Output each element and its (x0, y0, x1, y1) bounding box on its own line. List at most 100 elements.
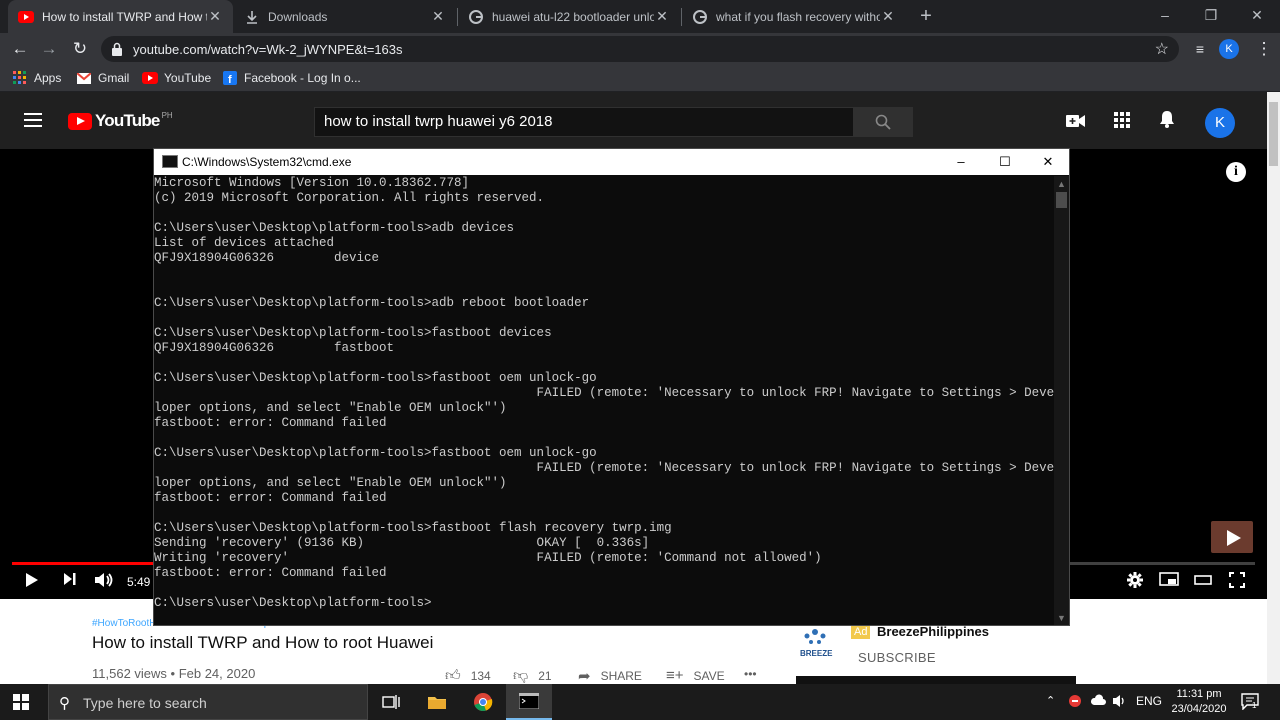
tab-google-search-2[interactable]: what if you flash recovery witho ✕ (682, 0, 906, 33)
hamburger-menu-icon[interactable] (24, 113, 42, 127)
chrome-icon[interactable] (460, 684, 506, 720)
action-center-notifications-icon[interactable]: 1 (1241, 692, 1259, 713)
apps-grid-icon[interactable] (1110, 110, 1134, 134)
cmd-window[interactable]: C:\Windows\System32\cmd.exe – ☐ ✕ Micros… (153, 148, 1070, 626)
forward-arrow-icon[interactable]: → (37, 37, 61, 61)
window-minimize-button[interactable]: – (1142, 0, 1188, 33)
like-button[interactable]: 👍︎ 134 (445, 667, 491, 685)
miniplayer-icon[interactable] (1157, 572, 1181, 592)
cmd-icon (162, 155, 178, 168)
more-menu-icon[interactable]: ⋮ (1252, 37, 1276, 61)
cmd-output-line (154, 281, 1054, 296)
onedrive-cloud-icon[interactable] (1090, 694, 1106, 709)
cmd-close-button[interactable]: ✕ (1025, 149, 1071, 175)
cmd-output-line: Sending 'recovery' (9136 KB) OKAY [ 0.33… (154, 536, 650, 550)
bookmark-youtube[interactable]: YouTube (142, 70, 211, 86)
create-video-icon[interactable] (1064, 110, 1088, 134)
more-actions-button[interactable]: ••• (744, 667, 757, 681)
clock-date: 23/04/2020 (1171, 703, 1227, 715)
settings-gear-icon[interactable] (1123, 572, 1147, 594)
bookmarks-bar: Apps Gmail YouTube f Facebook - Log In o… (0, 65, 1280, 92)
share-button[interactable]: ➦ SHARE (578, 667, 642, 685)
cmd-output-line: C:\Users\user\Desktop\platform-tools> (154, 596, 432, 610)
notification-count: 1 (1252, 701, 1257, 710)
reading-list-icon[interactable]: ≡ (1188, 37, 1212, 61)
page-scrollbar[interactable] (1267, 92, 1280, 684)
next-video-button[interactable] (58, 572, 82, 592)
cmd-taskbar-icon[interactable] (506, 684, 552, 720)
close-tab-icon[interactable]: ✕ (880, 8, 896, 25)
show-hidden-icons-chevron-icon[interactable]: ⌃ (1046, 694, 1055, 707)
youtube-search-button[interactable] (853, 107, 913, 137)
scrollbar-thumb[interactable] (1269, 102, 1278, 166)
speaker-volume-icon[interactable] (1112, 694, 1128, 711)
taskbar-search-box[interactable]: ⚲ Type here to search (48, 684, 368, 720)
end-screen-thumbnail[interactable] (1211, 521, 1253, 553)
cmd-output[interactable]: Microsoft Windows [Version 10.0.18362.77… (154, 176, 1054, 626)
video-meta: 11,562 views • Feb 24, 2020 (92, 666, 256, 681)
scroll-up-arrow-icon[interactable]: ▲ (1057, 179, 1066, 189)
youtube-icon (142, 70, 158, 86)
file-explorer-icon[interactable] (414, 684, 460, 720)
bookmark-facebook[interactable]: f Facebook - Log In o... (222, 70, 361, 86)
bookmark-gmail[interactable]: Gmail (76, 70, 129, 86)
window-restore-button[interactable]: ❐ (1188, 0, 1234, 33)
notifications-bell-icon[interactable] (1155, 110, 1179, 134)
cmd-scrollbar[interactable]: ▲ ▼ (1054, 176, 1069, 625)
cmd-output-line (154, 311, 1054, 326)
antivirus-tray-icon[interactable] (1068, 694, 1082, 711)
fullscreen-icon[interactable] (1225, 572, 1249, 594)
cmd-output-line (154, 266, 1054, 281)
cmd-minimize-button[interactable]: – (938, 149, 984, 175)
cmd-output-line: fastboot: error: Command failed (154, 416, 387, 430)
bookmark-star-icon[interactable]: ☆ (1155, 39, 1169, 59)
play-button[interactable] (20, 572, 44, 594)
cmd-output-line: fastboot: error: Command failed (154, 491, 387, 505)
ad-logo-text: BREEZE (800, 649, 833, 658)
cmd-scrollbar-thumb[interactable] (1056, 192, 1067, 208)
ad-channel-name[interactable]: BreezePhilippines (877, 624, 989, 639)
new-tab-button[interactable]: + (915, 5, 937, 27)
theater-mode-icon[interactable] (1191, 572, 1215, 592)
cmd-output-line: Writing 'recovery' FAILED (remote: 'Comm… (154, 551, 822, 565)
windows-start-icon[interactable] (13, 694, 29, 710)
youtube-avatar[interactable]: K (1205, 108, 1235, 138)
back-arrow-icon[interactable]: ← (8, 37, 32, 61)
close-tab-icon[interactable]: ✕ (430, 8, 446, 25)
taskbar-clock[interactable]: 11:31 pm 23/04/2020 (1168, 687, 1230, 717)
task-view-icon[interactable] (368, 684, 414, 720)
scroll-down-arrow-icon[interactable]: ▼ (1057, 613, 1066, 623)
video-time: 5:49 (127, 575, 151, 589)
tab-youtube-video[interactable]: How to install TWRP and How to ✕ (8, 0, 233, 33)
window-close-button[interactable]: ✕ (1234, 0, 1280, 33)
cmd-output-line: C:\Users\user\Desktop\platform-tools>fas… (154, 446, 597, 460)
reload-icon[interactable]: ↻ (68, 37, 92, 61)
bookmark-apps[interactable]: Apps (12, 70, 61, 86)
info-icon[interactable]: i (1226, 162, 1246, 182)
cmd-maximize-button[interactable]: ☐ (982, 149, 1028, 175)
cmd-title: C:\Windows\System32\cmd.exe (182, 155, 352, 169)
taskbar-search-placeholder: Type here to search (83, 695, 207, 711)
cmd-output-line: QFJ9X18904G06326 fastboot (154, 341, 395, 355)
address-bar[interactable]: youtube.com/watch?v=Wk-2_jWYNPE&t=163s ☆ (101, 36, 1179, 62)
cmd-output-line (154, 206, 1054, 221)
volume-icon[interactable] (92, 572, 116, 594)
tab-google-search-1[interactable]: huawei atu-l22 bootloader unlo ✕ (458, 0, 680, 33)
save-button[interactable]: ≡+ SAVE (666, 667, 725, 684)
dislike-button[interactable]: 👎︎ 21 (513, 667, 552, 685)
input-language[interactable]: ENG (1136, 694, 1162, 708)
close-tab-icon[interactable]: ✕ (654, 8, 670, 25)
clock-time: 11:31 pm (1176, 688, 1222, 700)
profile-avatar[interactable]: K (1219, 39, 1239, 59)
cmd-titlebar[interactable]: C:\Windows\System32\cmd.exe – ☐ ✕ (154, 149, 1069, 175)
lock-icon (112, 42, 122, 56)
ad-channel-logo[interactable]: BREEZE (797, 626, 839, 662)
youtube-logo[interactable]: YouTube PH (68, 111, 173, 131)
close-tab-icon[interactable]: ✕ (207, 8, 223, 25)
cmd-output-line: List of devices attached (154, 236, 335, 250)
search-icon: ⚲ (59, 695, 70, 712)
tab-title: what if you flash recovery witho (716, 9, 880, 24)
tab-downloads[interactable]: Downloads ✕ (234, 0, 456, 33)
subscribe-button[interactable]: SUBSCRIBE (858, 650, 936, 665)
youtube-search-input[interactable]: how to install twrp huawei y6 2018 (314, 107, 854, 137)
